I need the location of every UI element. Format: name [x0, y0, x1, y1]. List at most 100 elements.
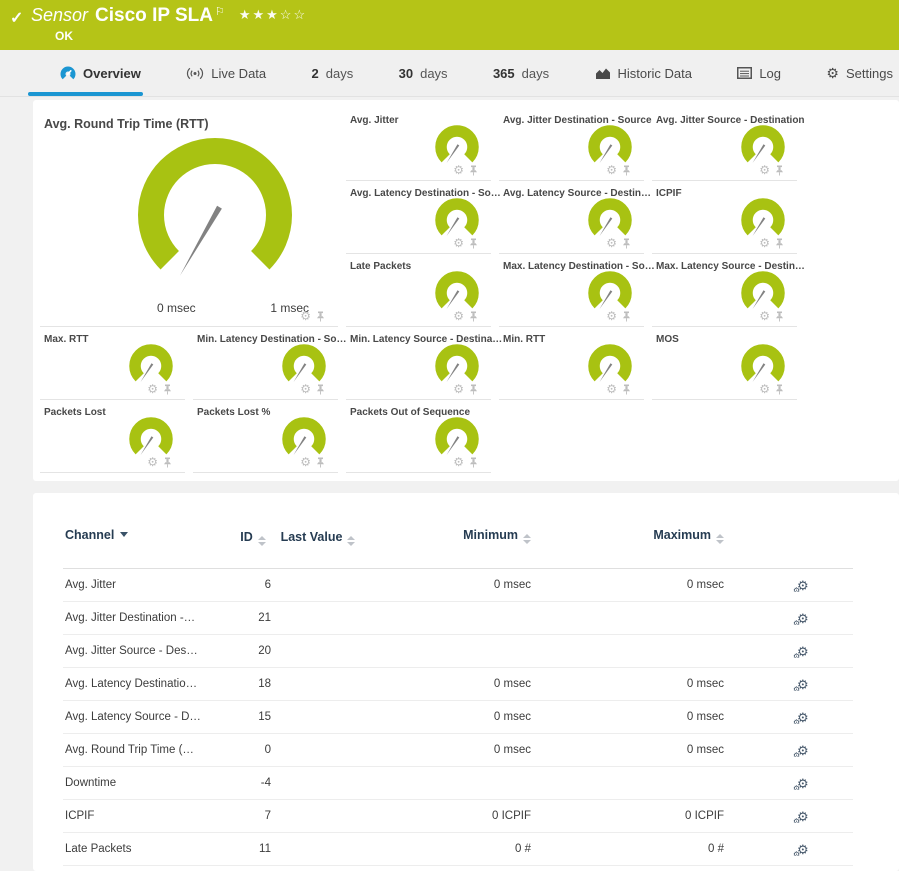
gauge-tile[interactable]: Packets Lost % ⚙	[193, 400, 338, 473]
gauge-tile[interactable]: Avg. Latency Destination - So… ⚙	[346, 181, 491, 254]
pin-icon[interactable]	[622, 311, 631, 322]
gear-icon[interactable]: ⚙	[300, 456, 311, 468]
pin-icon[interactable]	[316, 384, 325, 395]
gear-icon[interactable]: ⚙	[606, 237, 617, 249]
pin-icon[interactable]	[469, 311, 478, 322]
tile-title: Max. Latency Destination - So…	[503, 261, 655, 272]
tile-title: MOS	[656, 334, 679, 345]
tab-365-days[interactable]: 365 days	[493, 50, 549, 96]
gauge-tile[interactable]: Max. RTT ⚙	[40, 327, 185, 400]
tile-title: Packets Lost %	[197, 407, 270, 418]
col-header-last-value[interactable]: Last Value	[273, 523, 363, 547]
tab-overview[interactable]: Overview	[60, 50, 141, 96]
gauge-tile[interactable]: Avg. Jitter ⚙	[346, 108, 491, 181]
channel-maximum: 0 msec	[533, 579, 726, 591]
gear-icon[interactable]: ⚙	[759, 310, 770, 322]
gear-icon[interactable]: ⚙	[453, 456, 464, 468]
tile-title: Max. Latency Source - Destin…	[656, 261, 805, 272]
channel-settings-icon[interactable]: ⚙⚙	[797, 579, 815, 592]
table-row: Avg. Latency Destinatio… 18 0 msec 0 mse…	[63, 668, 853, 701]
channel-id: 0	[233, 744, 273, 756]
channel-name: Avg. Round Trip Time (…	[63, 744, 233, 756]
channel-settings-icon[interactable]: ⚙⚙	[797, 810, 815, 823]
table-body: Avg. Jitter 6 0 msec 0 msec ⚙⚙ Avg. Jitt…	[63, 569, 853, 866]
sensor-header: ✓ SensorCisco IP SLA⚐★★★☆☆ OK	[0, 0, 899, 50]
tile-title: Min. Latency Source - Destina…	[350, 334, 502, 345]
gauge-tile[interactable]: Max. Latency Destination - So… ⚙	[499, 254, 644, 327]
pin-icon[interactable]	[316, 457, 325, 468]
sort-icon	[523, 534, 531, 544]
channel-settings-icon[interactable]: ⚙⚙	[797, 645, 815, 658]
pin-icon[interactable]	[775, 238, 784, 249]
channel-maximum: 0 msec	[533, 711, 726, 723]
tile-title: Avg. Round Trip Time (RTT)	[44, 117, 209, 131]
gauge-tile[interactable]: Min. Latency Source - Destina… ⚙	[346, 327, 491, 400]
channel-settings-icon[interactable]: ⚙⚙	[797, 612, 815, 625]
gear-icon[interactable]: ⚙	[300, 310, 311, 322]
primary-gauge-tile[interactable]: Avg. Round Trip Time (RTT) 0 msec 1 msec…	[40, 108, 338, 327]
pin-icon[interactable]	[316, 311, 325, 322]
gauges-panel: Avg. Round Trip Time (RTT) 0 msec 1 msec…	[33, 100, 899, 481]
channel-settings-icon[interactable]: ⚙⚙	[797, 678, 815, 691]
gauge-tile[interactable]: Packets Out of Sequence ⚙	[346, 400, 491, 473]
channel-settings-icon[interactable]: ⚙⚙	[797, 744, 815, 757]
gear-icon[interactable]: ⚙	[759, 237, 770, 249]
gauge-tile[interactable]: Packets Lost ⚙	[40, 400, 185, 473]
channel-settings-icon[interactable]: ⚙⚙	[797, 777, 815, 790]
col-header-maximum[interactable]: Maximum	[533, 523, 726, 544]
pin-icon[interactable]	[469, 238, 478, 249]
gauge-tile[interactable]: Min. RTT ⚙	[499, 327, 644, 400]
channel-name: Avg. Jitter Destination -…	[63, 612, 233, 624]
pin-icon[interactable]	[469, 384, 478, 395]
channel-settings-icon[interactable]: ⚙⚙	[797, 843, 815, 856]
gauge-tile[interactable]: Avg. Jitter Source - Destination ⚙	[652, 108, 797, 181]
pin-icon[interactable]	[775, 165, 784, 176]
tab-settings[interactable]: ⚙ Settings	[826, 50, 893, 96]
tile-title: ICPIF	[656, 188, 682, 199]
channel-id: 21	[233, 612, 273, 624]
gear-icon[interactable]: ⚙	[453, 383, 464, 395]
gear-icon[interactable]: ⚙	[300, 383, 311, 395]
pin-icon[interactable]	[622, 384, 631, 395]
tab-30-days[interactable]: 30 days	[399, 50, 448, 96]
gauge-tile[interactable]: Late Packets ⚙	[346, 254, 491, 327]
channel-id: 15	[233, 711, 273, 723]
gear-icon[interactable]: ⚙	[147, 383, 158, 395]
gauge-tile[interactable]: Max. Latency Source - Destin… ⚙	[652, 254, 797, 327]
pin-icon[interactable]	[469, 165, 478, 176]
gauge-tile[interactable]: Avg. Jitter Destination - Source ⚙	[499, 108, 644, 181]
gear-icon[interactable]: ⚙	[453, 310, 464, 322]
tab-live-data[interactable]: Live Data	[186, 50, 266, 96]
gear-icon[interactable]: ⚙	[606, 383, 617, 395]
gear-icon[interactable]: ⚙	[606, 310, 617, 322]
gear-icon[interactable]: ⚙	[453, 164, 464, 176]
pin-icon[interactable]	[469, 457, 478, 468]
channel-minimum: 0 msec	[363, 579, 533, 591]
pin-icon[interactable]	[622, 238, 631, 249]
gear-icon[interactable]: ⚙	[759, 164, 770, 176]
gear-icon[interactable]: ⚙	[606, 164, 617, 176]
gear-icon[interactable]: ⚙	[759, 383, 770, 395]
gear-icon[interactable]: ⚙	[453, 237, 464, 249]
gauge-tile[interactable]: MOS ⚙	[652, 327, 797, 400]
gauge-tile[interactable]: ICPIF ⚙	[652, 181, 797, 254]
pin-icon[interactable]	[163, 384, 172, 395]
tab-historic-data[interactable]: Historic Data	[595, 50, 692, 96]
channel-name: Downtime	[63, 777, 233, 789]
flag-icon: ⚐	[215, 6, 225, 18]
gauge-tile[interactable]: Avg. Latency Source - Destin… ⚙	[499, 181, 644, 254]
tab-log[interactable]: Log	[737, 50, 781, 96]
channel-settings-icon[interactable]: ⚙⚙	[797, 711, 815, 724]
tile-title: Min. RTT	[503, 334, 545, 345]
tab-2-days[interactable]: 2 days	[312, 50, 354, 96]
pin-icon[interactable]	[775, 311, 784, 322]
pin-icon[interactable]	[622, 165, 631, 176]
gear-icon[interactable]: ⚙	[147, 456, 158, 468]
gauge-tile[interactable]: Min. Latency Destination - So… ⚙	[193, 327, 338, 400]
pin-icon[interactable]	[775, 384, 784, 395]
col-header-minimum[interactable]: Minimum	[363, 523, 533, 544]
pin-icon[interactable]	[163, 457, 172, 468]
col-header-id[interactable]: ID	[233, 523, 273, 547]
col-header-channel[interactable]: Channel	[63, 523, 233, 542]
priority-stars[interactable]: ★★★☆☆	[239, 7, 307, 22]
